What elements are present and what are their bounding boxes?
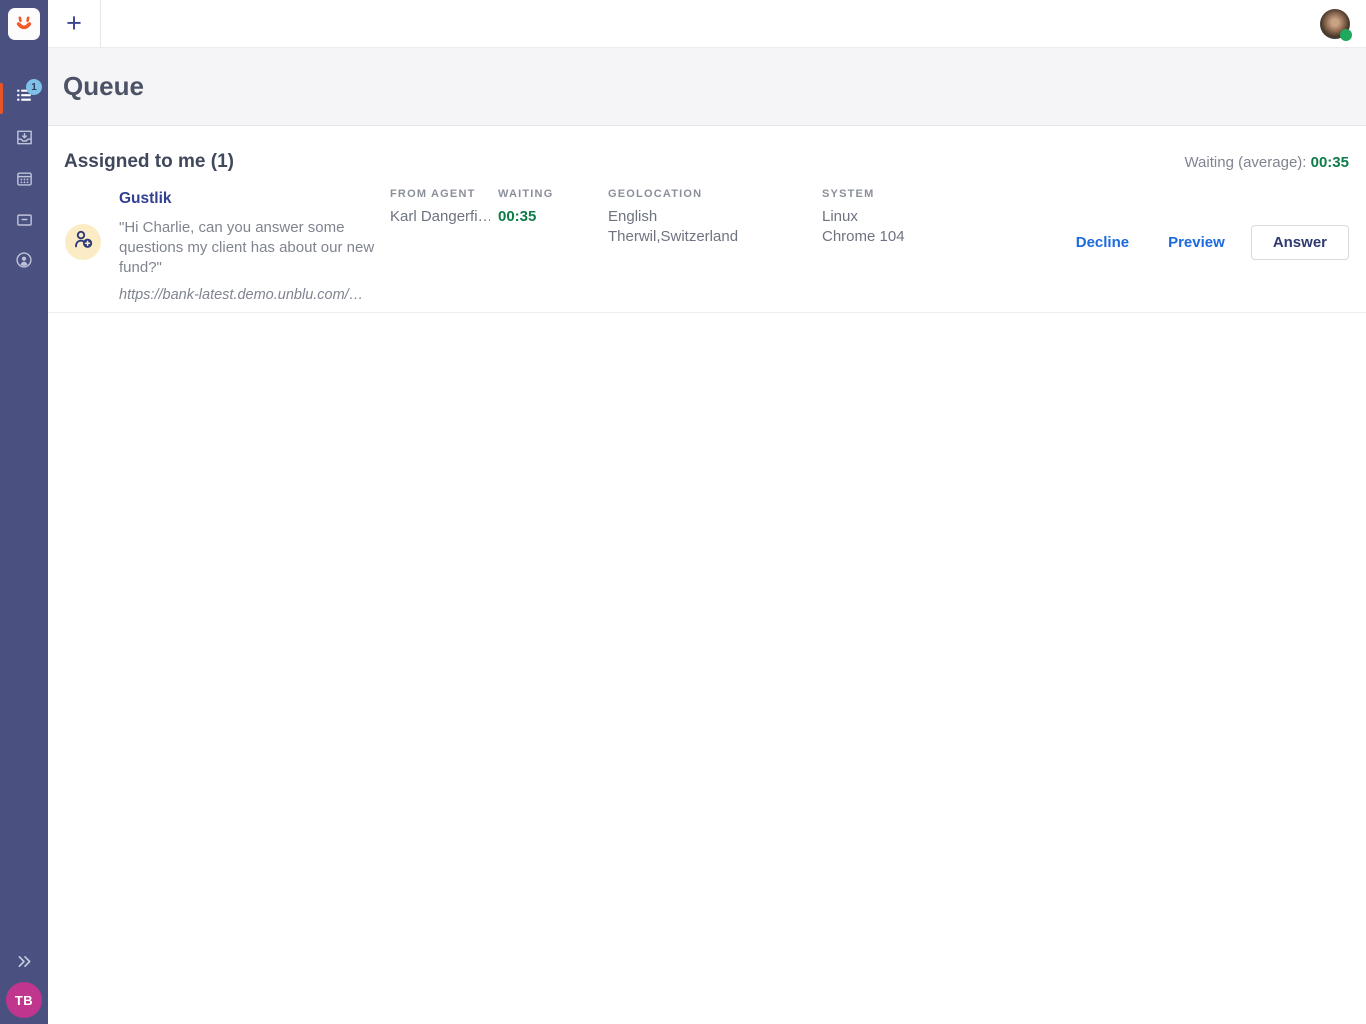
sidebar-item-archive[interactable] bbox=[0, 201, 48, 242]
queue-content: Assigned to me (1) Waiting (average): 00… bbox=[48, 126, 1366, 313]
geolocation-label: GEOLOCATION bbox=[608, 188, 738, 200]
system-label: SYSTEM bbox=[822, 188, 905, 200]
waiting-label: WAITING bbox=[498, 188, 553, 200]
column-waiting: WAITING 00:35 bbox=[498, 188, 553, 227]
visitor-avatar bbox=[65, 224, 101, 260]
page-header: Queue bbox=[48, 48, 1366, 126]
sidebar-item-visitors[interactable] bbox=[0, 242, 48, 283]
sidebar-expand-button[interactable] bbox=[0, 952, 48, 974]
active-indicator bbox=[0, 83, 3, 114]
sidebar-nav: 1 bbox=[0, 78, 48, 283]
section-header: Assigned to me (1) Waiting (average): 00… bbox=[48, 126, 1366, 173]
preview-button[interactable]: Preview bbox=[1168, 234, 1225, 251]
calendar-icon bbox=[15, 169, 34, 193]
waiting-average-value: 00:35 bbox=[1311, 154, 1349, 171]
visitor-message: "Hi Charlie, can you answer some questio… bbox=[119, 218, 379, 278]
system-browser: Chrome 104 bbox=[822, 227, 905, 247]
sidebar: 1 bbox=[0, 0, 48, 1024]
archive-drawer-icon bbox=[15, 210, 34, 234]
queue-item-row: Gustlik "Hi Charlie, can you answer some… bbox=[48, 182, 1366, 313]
row-divider bbox=[48, 312, 1366, 313]
column-system: SYSTEM Linux Chrome 104 bbox=[822, 188, 905, 247]
decline-button[interactable]: Decline bbox=[1076, 234, 1129, 251]
waiting-average: Waiting (average): 00:35 bbox=[1184, 154, 1349, 171]
visitor-name[interactable]: Gustlik bbox=[119, 190, 379, 208]
person-add-icon bbox=[72, 228, 95, 256]
column-geolocation: GEOLOCATION English Therwil,Switzerland bbox=[608, 188, 738, 247]
visitor-summary: Gustlik "Hi Charlie, can you answer some… bbox=[119, 190, 379, 303]
topbar: + bbox=[48, 0, 1366, 48]
new-tab-button[interactable]: + bbox=[48, 0, 100, 47]
chevron-double-right-icon bbox=[16, 954, 33, 972]
column-from-agent: FROM AGENT Karl Dangerfi… bbox=[390, 188, 490, 227]
queue-item-actions: Decline Preview Answer bbox=[1076, 225, 1349, 260]
inbox-icon bbox=[15, 128, 34, 152]
answer-button[interactable]: Answer bbox=[1251, 225, 1349, 260]
geolocation-language: English bbox=[608, 207, 738, 227]
agent-initials-avatar[interactable]: TB bbox=[6, 982, 42, 1018]
sidebar-item-queue[interactable]: 1 bbox=[0, 78, 48, 119]
unblu-smiley-icon bbox=[11, 10, 37, 39]
waiting-value: 00:35 bbox=[498, 207, 553, 227]
agent-photo-avatar[interactable] bbox=[1320, 9, 1350, 39]
sidebar-item-inbox[interactable] bbox=[0, 119, 48, 160]
visitor-page-url: https://bank-latest.demo.unblu.com/… bbox=[119, 287, 379, 303]
person-circle-icon bbox=[14, 250, 34, 275]
from-agent-value: Karl Dangerfi… bbox=[390, 207, 490, 227]
section-title: Assigned to me (1) bbox=[64, 151, 234, 173]
online-status-dot bbox=[1340, 29, 1352, 41]
geolocation-place: Therwil,Switzerland bbox=[608, 227, 738, 247]
system-os: Linux bbox=[822, 207, 905, 227]
page-title: Queue bbox=[63, 71, 144, 102]
queue-count-badge: 1 bbox=[26, 79, 42, 95]
waiting-average-label: Waiting (average): bbox=[1184, 154, 1306, 171]
tab-divider bbox=[100, 0, 101, 47]
unblu-logo-button[interactable] bbox=[8, 8, 40, 40]
sidebar-item-calendar[interactable] bbox=[0, 160, 48, 201]
main-area: + Queue Assigned to me (1) Waiting (aver… bbox=[48, 0, 1366, 1024]
from-agent-label: FROM AGENT bbox=[390, 188, 490, 200]
